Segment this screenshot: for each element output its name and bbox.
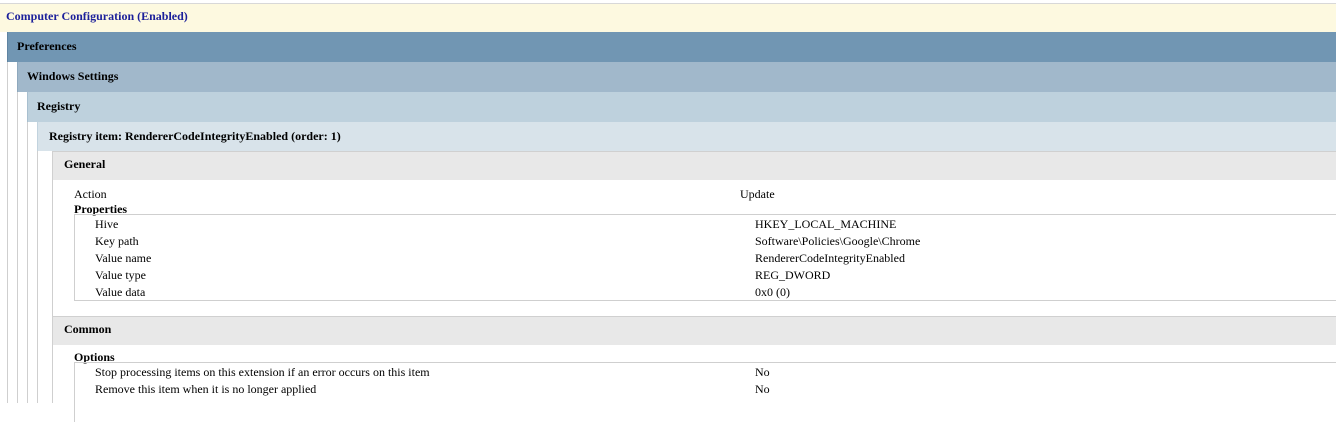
property-label: Value name: [95, 251, 152, 265]
registry-label: Registry: [37, 99, 81, 113]
registry-band[interactable]: Registry: [27, 92, 1336, 122]
section-border: [52, 180, 53, 317]
property-value: RendererCodeIntegrityEnabled: [755, 251, 905, 265]
property-label: Value data: [95, 285, 146, 299]
common-section-header[interactable]: Common: [52, 316, 1336, 345]
option-label: Stop processing items on this extension …: [95, 365, 430, 379]
registry-item-band[interactable]: Registry item: RendererCodeIntegrityEnab…: [37, 122, 1336, 151]
property-value: REG_DWORD: [755, 268, 831, 282]
windows-settings-band[interactable]: Windows Settings: [17, 62, 1336, 92]
property-value: Software\Policies\Google\Chrome: [755, 234, 921, 248]
action-value: Update: [740, 187, 775, 201]
indent-guide: [17, 92, 18, 403]
general-section-header[interactable]: General: [52, 151, 1336, 180]
option-value: No: [755, 365, 770, 379]
indent-guide: [37, 151, 38, 403]
section-border: [52, 345, 53, 403]
indent-guide: [27, 122, 28, 403]
report-header: Computer Configuration (Enabled): [0, 3, 1336, 32]
general-heading: General: [64, 157, 106, 171]
windows-settings-label: Windows Settings: [27, 69, 119, 83]
indent-guide: [7, 62, 8, 403]
option-label: Remove this item when it is no longer ap…: [95, 382, 317, 396]
property-value: HKEY_LOCAL_MACHINE: [755, 217, 897, 231]
property-label: Value type: [95, 268, 146, 282]
action-label: Action: [74, 187, 107, 201]
common-heading: Common: [64, 322, 112, 336]
property-label: Hive: [95, 217, 119, 231]
preferences-band[interactable]: Preferences: [7, 32, 1336, 62]
property-label: Key path: [95, 234, 139, 248]
properties-table: [74, 214, 1336, 301]
registry-item-label: Registry item: RendererCodeIntegrityEnab…: [49, 129, 341, 143]
computer-configuration-title[interactable]: Computer Configuration (Enabled): [6, 9, 188, 24]
preferences-label: Preferences: [17, 39, 77, 53]
property-value: 0x0 (0): [755, 285, 790, 299]
option-value: No: [755, 382, 770, 396]
